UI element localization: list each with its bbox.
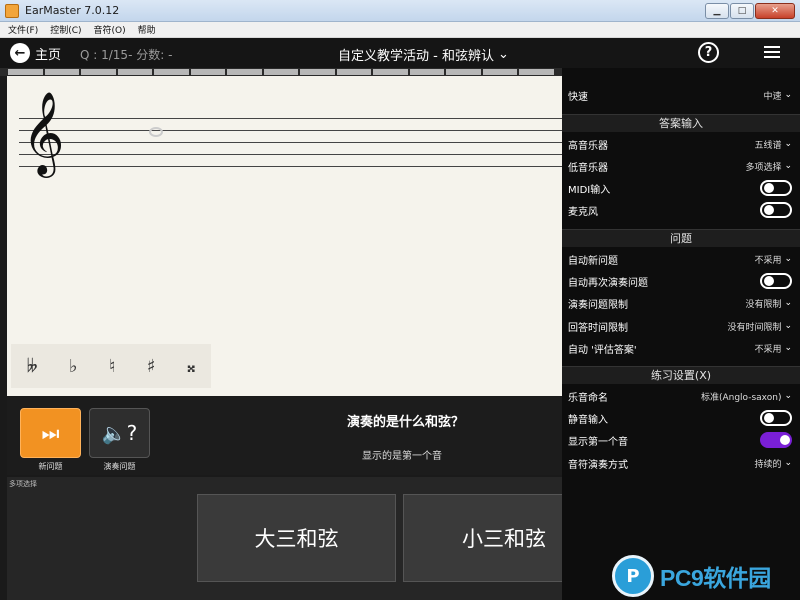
speaker-question-icon: 🔈?	[101, 421, 138, 445]
settings-panel: 快速 中速 ⌄ 答案输入 高音乐器 五线谱 ⌄ 低音乐器 多项选择 ⌄ MIDI输入 …	[562, 68, 800, 600]
progress-segment	[409, 69, 445, 75]
app-header: ← 主页 Q : 1/15- 分数: - 自定义教学活动 - 和弦辨认 ⌄ ?	[0, 38, 800, 68]
home-label: 主页	[35, 47, 62, 63]
chevron-down-icon: ⌄	[784, 343, 792, 353]
chevron-down-icon: ⌄	[784, 391, 792, 401]
natural-icon[interactable]: ♮	[109, 356, 115, 377]
music-staff: 𝄞	[19, 96, 562, 168]
question-text: 演奏的是什么和弦？	[347, 415, 465, 430]
treble-clef-icon: 𝄞	[22, 90, 65, 174]
setting-treble-instrument[interactable]: 高音乐器 五线谱 ⌄	[562, 133, 800, 155]
close-icon[interactable]: ✕	[755, 3, 795, 19]
setting-bass-instrument[interactable]: 低音乐器 多项选择 ⌄	[562, 155, 800, 177]
back-arrow-icon: ←	[10, 43, 30, 63]
chevron-down-icon: ⌄	[497, 47, 509, 62]
setting-auto-new-question[interactable]: 自动新问题 不采用 ⌄	[562, 248, 800, 270]
setting-microphone: 麦克风	[562, 199, 800, 221]
setting-play-limit[interactable]: 演奏问题限制 没有限制 ⌄	[562, 292, 800, 314]
progress-segment	[44, 69, 80, 75]
progress-segment	[373, 69, 408, 75]
progress-segment	[190, 69, 226, 75]
chevron-down-icon: ⌄	[784, 161, 792, 171]
answer-area: 多项选择 大三和弦 小三和弦	[7, 477, 563, 600]
chevron-down-icon: ⌄	[784, 321, 792, 331]
progress-segment	[8, 69, 43, 75]
menu-item-control[interactable]: 控制(C)	[50, 23, 81, 36]
play-question-label: 演奏问题	[103, 462, 136, 471]
setting-midi-input: MIDI输入	[562, 177, 800, 199]
chevron-down-icon: ⌄	[784, 298, 792, 308]
setting-note-play-mode[interactable]: 音符演奏方式 持续的 ⌄	[562, 452, 800, 474]
midi-input-toggle[interactable]	[760, 180, 792, 196]
progress-segment	[482, 69, 518, 75]
maximize-icon[interactable]: □	[730, 3, 754, 19]
setting-auto-replay: 自动再次演奏问题	[562, 270, 800, 292]
accidental-palette: 𝄫 ♭ ♮ ♯ 𝄪	[11, 344, 211, 388]
question-hint: 显示的是第一个音	[362, 451, 442, 462]
flat-icon[interactable]: ♭	[69, 356, 78, 377]
hamburger-menu-icon[interactable]	[764, 46, 780, 58]
chevron-down-icon: ⌄	[784, 90, 792, 100]
minimize-icon[interactable]: ▁	[705, 3, 729, 19]
watermark-text: PC9软件园	[660, 565, 771, 591]
progress-segment	[154, 69, 189, 75]
show-first-note-toggle[interactable]	[760, 432, 792, 448]
section-question: 问题	[562, 229, 800, 247]
menu-item-file[interactable]: 文件(F)	[8, 23, 38, 36]
staff-area[interactable]: 𝄞 𝄫 ♭ ♮ ♯ 𝄪	[7, 76, 562, 396]
question-score-status: Q : 1/15- 分数: -	[80, 48, 173, 62]
home-button[interactable]: ← 主页	[10, 43, 61, 63]
window-title: EarMaster 7.0.12	[25, 4, 120, 17]
progress-segment	[117, 69, 153, 75]
setting-answer-time-limit[interactable]: 回答时间限制 没有时间限制 ⌄	[562, 315, 800, 337]
setting-note-naming[interactable]: 乐音命名 标准(Anglo-saxon) ⌄	[562, 385, 800, 407]
skip-next-icon: ⏭	[41, 421, 60, 445]
watermark-logo-icon: P	[612, 555, 654, 597]
section-answer-input: 答案输入	[562, 114, 800, 132]
chevron-down-icon: ⌄	[784, 458, 792, 468]
sharp-icon[interactable]: ♯	[147, 356, 156, 377]
progress-segment	[300, 69, 335, 75]
menu-bar: 文件(F) 控制(C) 音符(O) 帮助	[0, 22, 800, 38]
double-flat-icon[interactable]: 𝄫	[27, 356, 38, 377]
silent-input-toggle[interactable]	[760, 410, 792, 426]
site-watermark: P PC9软件园	[612, 552, 800, 600]
window-titlebar: EarMaster 7.0.12 ▁ □ ✕	[0, 0, 800, 22]
window-controls: ▁ □ ✕	[705, 3, 795, 19]
app-icon	[5, 3, 19, 18]
progress-segment	[81, 69, 116, 75]
microphone-toggle[interactable]	[760, 202, 792, 218]
question-progress-bar	[0, 68, 562, 76]
play-question-button[interactable]: 🔈?	[89, 408, 150, 458]
ghost-note	[149, 127, 163, 137]
progress-segment	[336, 69, 372, 75]
help-icon[interactable]: ?	[698, 42, 719, 63]
progress-segment	[446, 69, 481, 75]
menu-item-help[interactable]: 帮助	[138, 23, 156, 36]
chevron-down-icon: ⌄	[784, 139, 792, 149]
answer-major-triad-button[interactable]: 大三和弦	[197, 494, 396, 582]
setting-silent-input: 静音输入	[562, 407, 800, 429]
auto-replay-toggle[interactable]	[760, 273, 792, 289]
setting-auto-evaluate[interactable]: 自动 '评估答案' 不采用 ⌄	[562, 337, 800, 359]
double-sharp-icon[interactable]: 𝄪	[187, 356, 195, 377]
progress-segment	[227, 69, 262, 75]
question-controls: ⏭ 新问题 🔈? 演奏问题 演奏的是什么和弦？ 显示的是第一个音	[7, 397, 562, 475]
activity-title-dropdown[interactable]: 自定义教学活动 - 和弦辨认 ⌄	[338, 45, 509, 64]
progress-segment	[519, 69, 554, 75]
menu-item-notes[interactable]: 音符(O)	[94, 23, 126, 36]
progress-segment	[263, 69, 299, 75]
section-practice-settings: 练习设置(X)	[562, 366, 800, 384]
chevron-down-icon: ⌄	[784, 254, 792, 264]
activity-title: 自定义教学活动 - 和弦辨认	[338, 49, 494, 64]
setting-show-first-note: 显示第一个音	[562, 429, 800, 451]
setting-tempo[interactable]: 快速 中速 ⌄	[562, 84, 800, 106]
answer-minor-triad-button[interactable]: 小三和弦	[403, 494, 563, 582]
new-question-button[interactable]: ⏭	[20, 408, 81, 458]
answer-mode-label: 多项选择	[9, 480, 37, 488]
new-question-label: 新问题	[38, 462, 63, 471]
